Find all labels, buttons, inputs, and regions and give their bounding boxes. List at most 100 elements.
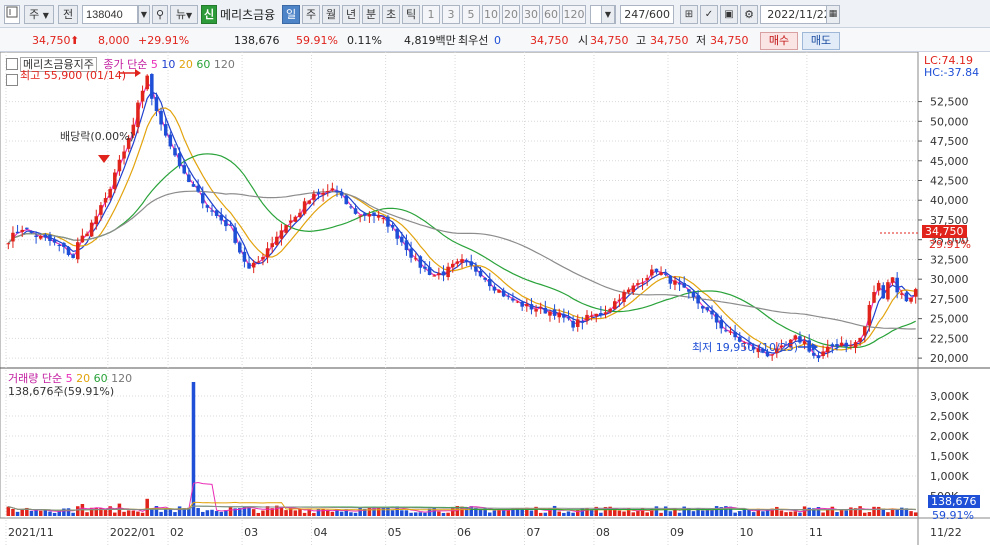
buy-button[interactable]: 매수 xyxy=(760,32,798,50)
volume-bar xyxy=(302,512,307,516)
interval-dropdown-icon[interactable]: ▼ xyxy=(601,5,615,24)
tab-monthly[interactable]: 월 xyxy=(322,5,340,24)
save-icon[interactable]: ▣ xyxy=(720,5,738,24)
candle-body xyxy=(154,97,159,112)
interval-30[interactable]: 30 xyxy=(522,5,540,24)
time-tick-label: 04 xyxy=(314,526,328,539)
candle-body xyxy=(895,277,899,293)
price-tick-label: 30,000 xyxy=(930,273,969,286)
interval-20[interactable]: 20 xyxy=(502,5,520,24)
candle-body xyxy=(242,251,247,262)
candle-body xyxy=(62,242,66,247)
candle-body xyxy=(20,229,24,232)
prev-button[interactable]: 전 xyxy=(58,5,78,24)
candle-body xyxy=(710,310,714,315)
candle-body xyxy=(714,313,719,323)
candle-body xyxy=(488,279,492,287)
volume-bar xyxy=(20,509,24,516)
time-tick-label: 2022/01 xyxy=(110,526,156,539)
news-button[interactable]: 뉴▼ xyxy=(170,5,198,24)
candle-body xyxy=(312,193,316,200)
hc-label: HC:-37.84 xyxy=(924,66,980,79)
volume-bar xyxy=(34,509,38,516)
candle-body xyxy=(705,307,710,311)
candle-body xyxy=(663,273,668,275)
ma20-legend: 20 xyxy=(178,58,193,71)
volume-bar xyxy=(775,506,779,516)
panel-settings-icon[interactable] xyxy=(6,58,18,70)
candle-body xyxy=(247,263,251,269)
check-icon[interactable]: ✓ xyxy=(700,5,718,24)
period-select[interactable]: 주 ▼ xyxy=(24,5,54,24)
tab-weekly[interactable]: 주 xyxy=(302,5,320,24)
candle-body xyxy=(594,313,599,317)
interval-10[interactable]: 10 xyxy=(482,5,500,24)
candle-body xyxy=(163,124,168,136)
code-dropdown-chevron-icon[interactable]: ▼ xyxy=(138,5,150,24)
candle-body xyxy=(363,213,367,216)
sell-button[interactable]: 매도 xyxy=(802,32,840,50)
quote-change: 8,000 xyxy=(98,34,130,47)
dividend-annotation: 배당락(0.00%) xyxy=(60,130,134,143)
volume-bar xyxy=(413,512,418,516)
chart-area[interactable]: 52,500 50,000 47,500 45,000 42,500 40,000 37,5… xyxy=(0,52,990,545)
price-tick-label: 22,500 xyxy=(930,332,969,345)
candle-body xyxy=(552,309,557,316)
panel-grid-icon[interactable] xyxy=(6,74,18,86)
volume-bar xyxy=(636,510,640,516)
candle-body xyxy=(816,355,821,359)
candle-body xyxy=(455,261,460,264)
candle-body xyxy=(613,301,617,310)
candle-body xyxy=(900,293,904,295)
interval-120[interactable]: 120 xyxy=(562,5,586,24)
candle-body xyxy=(103,198,108,203)
chart-type-icon[interactable] xyxy=(4,5,20,24)
candle-body xyxy=(52,239,57,243)
candle-body xyxy=(404,240,409,251)
quote-open-label: 시 xyxy=(578,34,589,47)
stock-code-input[interactable] xyxy=(82,5,138,24)
volume-bar xyxy=(700,510,705,516)
tab-tick[interactable]: 틱 xyxy=(402,5,420,24)
search-icon[interactable]: ⚲ xyxy=(152,5,168,24)
candle-body xyxy=(682,283,686,288)
calendar-icon[interactable]: ▦ xyxy=(826,5,840,24)
candle-body xyxy=(256,261,261,263)
quote-low-label: 저 xyxy=(696,34,707,47)
chevron-down-icon: ▼ xyxy=(42,11,49,20)
volume-bar xyxy=(710,509,714,516)
candle-body xyxy=(853,342,858,348)
volume-bar xyxy=(173,512,177,516)
tab-second[interactable]: 초 xyxy=(382,5,400,24)
candle-body xyxy=(335,190,339,193)
volume-bar xyxy=(798,512,802,516)
tab-daily[interactable]: 일 xyxy=(282,5,300,24)
volume-bar xyxy=(113,512,117,516)
volume-bar xyxy=(863,512,867,516)
gear-icon[interactable]: ⚙ xyxy=(740,5,758,24)
candle-body xyxy=(441,271,446,276)
candle-body xyxy=(525,304,529,307)
tab-minute[interactable]: 분 xyxy=(362,5,380,24)
interval-5[interactable]: 5 xyxy=(462,5,480,24)
candle-body xyxy=(501,290,506,297)
volume-bar xyxy=(793,511,798,516)
quote-volume: 138,676 xyxy=(234,34,280,47)
candle-body xyxy=(849,345,853,347)
chart-canvas[interactable]: 52,50050,00047,50045,00042,50040,00037,5… xyxy=(0,52,990,545)
candle-body xyxy=(534,309,538,312)
interval-1[interactable]: 1 xyxy=(422,5,440,24)
candle-body xyxy=(599,312,603,316)
data-count-field[interactable]: 247/600 xyxy=(620,5,674,24)
volume-bar xyxy=(52,512,57,516)
candle-body xyxy=(571,321,575,328)
candle-body xyxy=(200,193,205,204)
volume-bar xyxy=(11,508,15,516)
candle-icon[interactable]: ⊞ xyxy=(680,5,698,24)
candle-body xyxy=(11,232,15,242)
volume-bar xyxy=(566,511,571,516)
tab-yearly[interactable]: 년 xyxy=(342,5,360,24)
interval-3[interactable]: 3 xyxy=(442,5,460,24)
interval-60[interactable]: 60 xyxy=(542,5,560,24)
volume-bar xyxy=(298,509,302,516)
